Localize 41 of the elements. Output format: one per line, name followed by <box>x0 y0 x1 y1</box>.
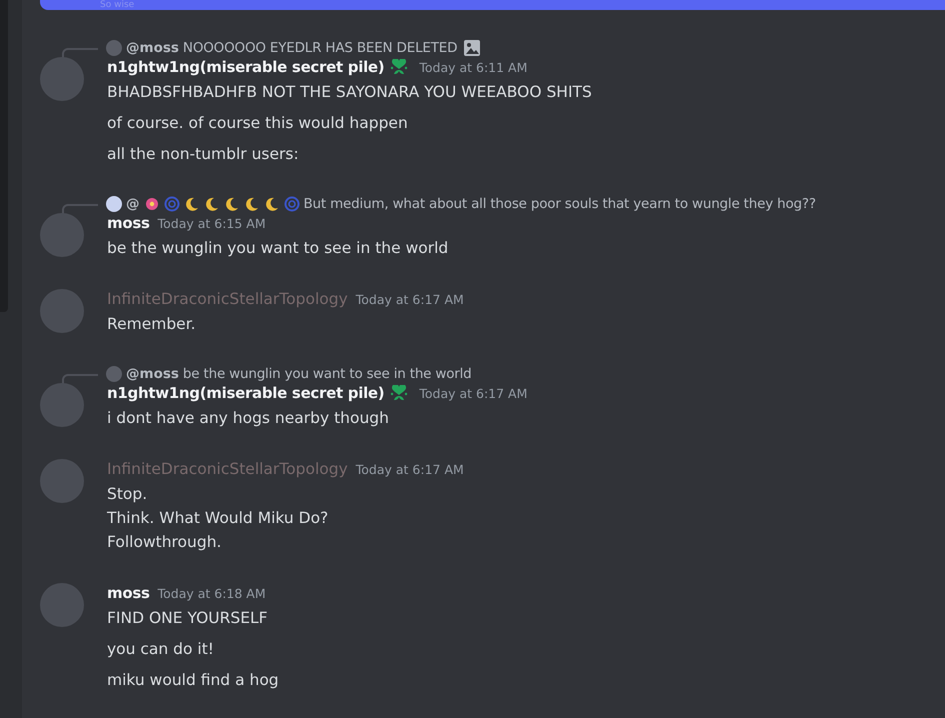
message-text: BHADBSFHBADHFB NOT THE SAYONARA YOU WEEABOO SHITS <box>107 82 592 103</box>
avatar[interactable] <box>40 383 84 427</box>
timestamp: Today at 6:11 AM <box>419 60 528 74</box>
message-text: you can do it! <box>107 639 216 660</box>
reply-preview[interactable]: But medium, what about all those poor souls that yearn to wungle they hog?? <box>304 196 816 212</box>
moon-icon <box>264 196 280 212</box>
username[interactable]: n1ghtw1ng(miserable secret pile) <box>107 384 384 402</box>
reply-preview[interactable]: be the wunglin you want to see in the world <box>182 366 472 382</box>
message-text: of course. of course this would happen <box>107 113 409 134</box>
timestamp: Today at 6:15 AM <box>158 216 266 230</box>
timestamp: Today at 6:17 AM <box>419 386 528 400</box>
avatar[interactable] <box>40 583 84 627</box>
flower-icon <box>144 196 160 212</box>
username[interactable]: moss <box>107 214 150 232</box>
message-text: all the non-tumblr users: <box>107 144 300 165</box>
username[interactable]: moss <box>107 584 150 602</box>
avatar[interactable] <box>40 57 84 101</box>
reply-author[interactable]: @moss <box>126 366 179 382</box>
message-text: Stop. <box>107 484 148 505</box>
message-text: Think. What Would Miku Do? <box>107 508 330 529</box>
moon-icon <box>224 196 240 212</box>
avatar[interactable] <box>40 213 84 257</box>
timestamp: Today at 6:17 AM <box>356 462 464 476</box>
avatar[interactable] <box>40 289 84 333</box>
message-text: Remember. <box>107 314 197 335</box>
timestamp: Today at 6:17 AM <box>356 292 464 306</box>
message-text: Followthrough. <box>107 532 222 553</box>
moon-icon <box>204 196 220 212</box>
small-avatar[interactable] <box>106 196 122 212</box>
moon-icon <box>184 196 200 212</box>
moon-icon <box>244 196 260 212</box>
reply-author[interactable]: @ <box>126 196 140 212</box>
timestamp: Today at 6:18 AM <box>158 586 266 600</box>
message-text: i dont have any hogs nearby though <box>107 408 390 429</box>
message-text: be the wunglin you want to see in the world <box>107 238 448 259</box>
username[interactable]: n1ghtw1ng(miserable secret pile) <box>107 58 384 76</box>
avatar[interactable] <box>40 459 84 503</box>
reply-preview[interactable]: NOOOOOOO EYEDLR HAS BEEN DELETED <box>182 40 458 56</box>
message-text: FIND ONE YOURSELF <box>107 608 269 629</box>
reply-author[interactable]: @moss <box>126 40 179 56</box>
message-text: miku would find a hog <box>107 670 279 691</box>
